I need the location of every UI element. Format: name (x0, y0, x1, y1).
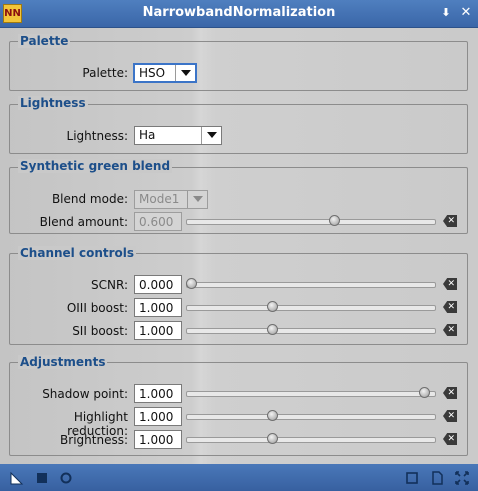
scnr-slider[interactable] (186, 277, 436, 291)
shade-icon[interactable]: ⬇ (439, 6, 453, 20)
slider-handle[interactable] (266, 324, 278, 335)
palette-group-title: Palette (18, 34, 71, 48)
apply-icon[interactable] (59, 471, 73, 485)
sii-boost-label: SII boost: (72, 324, 128, 338)
lightness-label: Lightness: (66, 129, 128, 143)
shadow-point-input[interactable]: 1.000 (134, 384, 182, 403)
adjustments-group-title: Adjustments (18, 355, 108, 369)
close-icon[interactable]: ✕ (459, 6, 473, 20)
scnr-input[interactable]: 0.000 (134, 275, 182, 294)
brightness-slider[interactable] (186, 432, 436, 446)
shadow-point-slider[interactable] (186, 386, 436, 400)
apply-global-icon[interactable] (35, 471, 49, 485)
blend-mode-select[interactable]: Mode1 (134, 190, 208, 209)
slider-handle[interactable] (266, 301, 278, 312)
chevron-down-icon (187, 191, 207, 208)
slider-track (186, 437, 436, 443)
slider-handle[interactable] (328, 215, 340, 226)
brightness-label: Brightness: (60, 433, 128, 447)
new-instance-icon[interactable] (10, 471, 24, 485)
slider-track (186, 414, 436, 420)
slider-handle[interactable] (266, 410, 278, 421)
preview-icon[interactable] (405, 471, 419, 485)
lightness-select[interactable]: Ha (134, 126, 222, 145)
chevron-down-icon (201, 127, 221, 144)
blend-amount-slider[interactable] (186, 214, 436, 228)
oiii-boost-slider[interactable] (186, 300, 436, 314)
scnr-label: SCNR: (91, 278, 128, 292)
highlight-reduction-slider[interactable] (186, 409, 436, 423)
dialog-content: Palette Palette: HSO Lightness Lightness… (0, 28, 478, 464)
blend-mode-label: Blend mode: (51, 192, 128, 206)
synthetic-green-group-title: Synthetic green blend (18, 159, 173, 173)
blend-amount-label: Blend amount: (39, 215, 128, 229)
palette-select-value: HSO (139, 66, 166, 80)
blend-amount-input[interactable]: 0.600 (134, 212, 182, 231)
blend-mode-value: Mode1 (139, 192, 180, 206)
highlight-reduction-input[interactable]: 1.000 (134, 407, 182, 426)
oiii-boost-label: OIII boost: (66, 301, 128, 315)
brightness-input[interactable]: 1.000 (134, 430, 182, 449)
chevron-down-icon (175, 65, 195, 81)
sii-boost-slider[interactable] (186, 323, 436, 337)
palette-select[interactable]: HSO (133, 63, 197, 83)
slider-track (186, 391, 436, 397)
channel-controls-group-title: Channel controls (18, 246, 137, 260)
slider-track (186, 219, 436, 225)
lightness-group-title: Lightness (18, 96, 88, 110)
slider-handle[interactable] (186, 278, 197, 289)
title-bar[interactable]: NN NarrowbandNormalization ⬇ ✕ (0, 0, 478, 28)
lightness-select-value: Ha (139, 128, 156, 142)
reset-all-icon[interactable] (455, 471, 469, 485)
slider-handle[interactable] (266, 433, 278, 444)
slider-track (186, 305, 436, 311)
sii-boost-input[interactable]: 1.000 (134, 321, 182, 340)
window-title: NarrowbandNormalization (142, 5, 336, 20)
bottom-toolbar (0, 464, 478, 491)
slider-track (186, 328, 436, 334)
shadow-point-label: Shadow point: (42, 387, 128, 401)
palette-label: Palette: (82, 66, 128, 80)
oiii-boost-input[interactable]: 1.000 (134, 298, 182, 317)
slider-track (186, 282, 436, 288)
documentation-icon[interactable] (430, 471, 444, 485)
